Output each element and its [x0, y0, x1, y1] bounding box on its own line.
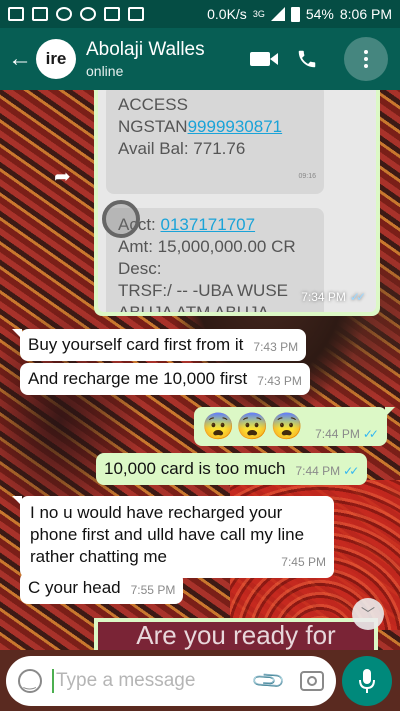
- system-indicators: 0.0K/s 3G 54% 8:06 PM: [207, 6, 392, 22]
- chat-header: ← ire Abolaji Walles online: [0, 28, 400, 90]
- sms-line: Desc:: [118, 259, 162, 278]
- message-time: 7:44 PM ✓✓: [295, 464, 359, 478]
- message-outgoing[interactable]: 10,000 card is too much 7:44 PM ✓✓: [96, 453, 368, 485]
- message-text: And recharge me 10,000 first: [28, 369, 248, 388]
- message-text: I no u would have recharged your phone f…: [30, 503, 305, 566]
- message-time: 7:45 PM: [281, 555, 326, 569]
- clock: 8:06 PM: [339, 6, 392, 22]
- chrome-icon: [80, 7, 96, 21]
- message-text: Buy yourself card first from it: [28, 335, 244, 354]
- message-text: 10,000 card is too much: [104, 459, 286, 478]
- message-incoming[interactable]: C your head 7:55 PM: [20, 572, 184, 604]
- sms-line: Avail Bal: 771.76: [118, 139, 246, 158]
- image-notification-icon: [128, 7, 144, 21]
- signal-icon: [270, 7, 285, 21]
- sms-time: 09:16: [298, 173, 316, 180]
- message-time: 7:43 PM: [257, 374, 302, 388]
- sms-line: ABUJA ATM ABUJA: [118, 302, 312, 312]
- camera-icon[interactable]: [300, 671, 324, 691]
- scroll-down-button[interactable]: ﹀: [352, 598, 384, 630]
- image-message[interactable]: ACCESS NGSTAN9999930871 Avail Bal: 771.7…: [94, 90, 380, 316]
- message-text: C your head: [28, 578, 121, 597]
- contact-name: Abolaji Walles: [86, 39, 205, 60]
- facebook-icon: [8, 7, 24, 21]
- message-input[interactable]: [56, 670, 246, 692]
- back-arrow-icon[interactable]: ←: [0, 45, 36, 73]
- sms-line: Acct: 0137171707: [118, 215, 256, 234]
- touch-indicator: [102, 200, 140, 238]
- screenshot-image[interactable]: ACCESS NGSTAN9999930871 Avail Bal: 771.7…: [98, 90, 376, 312]
- status-bar: 0.0K/s 3G 54% 8:06 PM: [0, 0, 400, 28]
- network-speed: 0.0K/s: [207, 6, 247, 22]
- facebook-icon: [32, 7, 48, 21]
- header-actions: [250, 37, 400, 81]
- message-incoming[interactable]: Buy yourself card first from it 7:43 PM: [11, 329, 307, 361]
- contact-info[interactable]: Abolaji Walles online: [86, 39, 205, 79]
- message-outgoing[interactable]: 😨😨😨 7:44 PM ✓✓: [194, 407, 395, 446]
- sms-line: TRSF:/ -- -UBA WUSE: [118, 281, 288, 300]
- network-type: 3G: [252, 9, 265, 19]
- paperclip-icon[interactable]: 📎: [249, 662, 287, 700]
- sms-card: ACCESS NGSTAN9999930871 Avail Bal: 771.7…: [106, 90, 324, 194]
- forward-icon[interactable]: ➦: [54, 164, 71, 189]
- message-incoming[interactable]: And recharge me 10,000 first 7:43 PM: [20, 363, 310, 395]
- emoji-icon[interactable]: [18, 669, 42, 693]
- message-time: 7:43 PM: [253, 340, 299, 354]
- contact-status: online: [86, 63, 124, 79]
- sms-line: ACCESS: [118, 95, 188, 114]
- avatar[interactable]: ire: [36, 39, 76, 79]
- video-call-icon[interactable]: [250, 52, 278, 66]
- message-compose-box[interactable]: 📎: [6, 656, 336, 706]
- preview-text: Are you ready for today's: [136, 620, 336, 652]
- chrome-icon: [56, 7, 72, 21]
- camera-notification-icon: [104, 7, 120, 21]
- message-text: 😨😨😨: [202, 411, 306, 441]
- image-message-preview[interactable]: Are you ready for today's: [94, 618, 378, 652]
- battery-icon: [290, 6, 300, 22]
- microphone-icon: [359, 669, 375, 693]
- more-options-icon[interactable]: [344, 37, 388, 81]
- message-time: 7:44 PM ✓✓: [315, 427, 379, 441]
- mic-button[interactable]: [342, 656, 392, 706]
- read-ticks-icon: ✓✓: [349, 290, 366, 304]
- message-time: 7:55 PM: [130, 583, 176, 597]
- input-bar: 📎: [0, 650, 400, 711]
- message-time: 7:34 PM ✓✓: [301, 290, 366, 304]
- chevron-down-icon: ﹀: [361, 606, 375, 622]
- read-ticks-icon: ✓✓: [362, 427, 379, 441]
- sms-line: NGSTAN9999930871: [118, 117, 283, 136]
- notification-icons: [8, 7, 144, 21]
- read-ticks-icon: ✓✓: [343, 464, 359, 478]
- sms-line: Amt: 15,000,000.00 CR: [118, 237, 296, 256]
- battery-level: 54%: [305, 6, 334, 22]
- text-cursor: [52, 669, 54, 693]
- message-incoming[interactable]: I no u would have recharged your phone f…: [12, 496, 334, 578]
- phone-icon[interactable]: [296, 48, 318, 70]
- chat-area[interactable]: ➦ ACCESS NGSTAN9999930871 Avail Bal: 771…: [0, 90, 400, 652]
